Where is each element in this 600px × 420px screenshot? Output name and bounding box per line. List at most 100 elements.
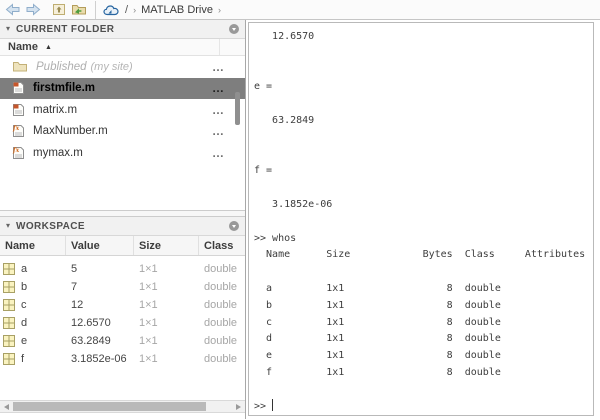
file-menu-dots-icon[interactable]: … [212,82,225,94]
panel-minimize-button[interactable] [229,221,239,231]
file-menu-dots-icon[interactable]: … [212,61,225,73]
variable-class: double [204,353,238,365]
file-row-matrix[interactable]: matrix.m … [0,99,245,121]
variable-row-e[interactable]: e 63.2849 1×1 double [0,332,245,350]
variable-value: 5 [71,263,78,275]
variable-value: 12.6570 [71,317,111,329]
file-menu-dots-icon[interactable]: … [212,104,225,116]
scroll-right-button[interactable] [232,401,245,412]
workspace-bottom-margin [0,413,245,419]
script-file-icon [13,103,24,116]
file-name: firstmfile.m [33,82,95,95]
variable-class: double [204,335,238,347]
current-folder-title: CURRENT FOLDER [16,23,115,35]
column-spacer [219,39,245,55]
variable-name: c [21,299,27,311]
back-arrow-icon[interactable] [4,2,21,17]
up-one-level-icon[interactable] [50,2,67,17]
command-window-area: 12.6570 e = 63.2849 f = 3.1852e-06 >> wh… [246,20,600,419]
file-name: Published [36,60,87,73]
col-header-size[interactable]: Size [134,236,199,255]
file-menu-dots-icon[interactable]: … [212,147,225,159]
breadcrumb-matlab-drive[interactable]: MATLAB Drive [141,4,213,16]
variable-class: double [204,317,238,329]
matrix-variable-icon [3,281,15,293]
variable-size: 1×1 [139,353,158,365]
matrix-variable-icon [3,299,15,311]
variable-size: 1×1 [139,317,158,329]
file-name: MaxNumber.m [33,125,108,138]
variable-size: 1×1 [139,281,158,293]
horizontal-scrollbar[interactable] [0,400,245,413]
svg-text:fx: fx [12,147,20,154]
variable-row-b[interactable]: b 7 1×1 double [0,278,245,296]
forward-arrow-icon[interactable] [24,2,41,17]
variable-value: 7 [71,281,78,293]
variable-name: f [21,353,25,365]
file-menu-dots-icon[interactable]: … [212,125,225,137]
variable-value: 3.1852e-06 [71,353,127,365]
variable-row-d[interactable]: d 12.6570 1×1 double [0,314,245,332]
scroll-left-button[interactable] [0,401,13,412]
file-suffix: (my site) [90,60,133,73]
sort-ascending-icon: ▲ [44,43,52,51]
folder-icon [13,62,27,72]
panel-divider[interactable] [0,210,245,217]
current-folder-header: ▾ CURRENT FOLDER [0,20,245,39]
col-header-value[interactable]: Value [66,236,134,255]
breadcrumb: / › MATLAB Drive › [95,0,221,19]
variable-row-f[interactable]: f 3.1852e-06 1×1 double [0,350,245,368]
variable-row-c[interactable]: c 12 1×1 double [0,296,245,314]
scroll-left-icon [4,403,9,410]
variable-name: d [21,317,28,329]
cloud-drive-icon[interactable] [103,2,120,17]
file-row-maxnumber[interactable]: fx MaxNumber.m … [0,121,245,143]
name-column-header[interactable]: Name ▲ [0,39,245,56]
variable-value: 63.2849 [71,335,111,347]
variable-row-a[interactable]: a 5 1×1 double [0,260,245,278]
variable-name: a [21,263,28,275]
variable-size: 1×1 [139,299,158,311]
function-file-icon: fx [12,146,24,159]
variable-class: double [204,281,238,293]
file-row-published[interactable]: Published (my site) … [0,56,245,78]
chevron-right-icon: › [217,4,221,15]
file-name: matrix.m [33,103,78,116]
top-toolbar: / › MATLAB Drive › [0,0,600,20]
matrix-variable-icon [3,263,15,275]
matrix-variable-icon [3,335,15,347]
command-window[interactable]: 12.6570 e = 63.2849 f = 3.1852e-06 >> wh… [248,22,594,416]
matrix-variable-icon [3,317,15,329]
col-header-name[interactable]: Name [0,236,66,255]
function-file-icon: fx [12,125,24,138]
panel-minimize-button[interactable] [229,24,239,34]
left-sidebar: ▾ CURRENT FOLDER Name ▲ Published (my si… [0,20,246,419]
file-row-firstmfile[interactable]: firstmfile.m … [0,77,245,99]
col-header-class[interactable]: Class [199,236,245,255]
main-area: ▾ CURRENT FOLDER Name ▲ Published (my si… [0,20,600,419]
variable-size: 1×1 [139,335,158,347]
svg-text:fx: fx [12,125,20,132]
workspace-panel: ▾ WORKSPACE Name Value Size Class a 5 1×… [0,217,245,419]
collapse-triangle-icon[interactable]: ▾ [6,25,10,33]
scroll-right-icon [236,403,241,410]
horizontal-scrollbar-thumb[interactable] [13,402,206,411]
variable-value: 12 [71,299,84,311]
scrollbar-track[interactable] [13,401,232,412]
variable-name: e [21,335,28,347]
file-row-mymax[interactable]: fx mymax.m … [0,142,245,164]
script-file-icon [13,82,24,95]
workspace-rows: a 5 1×1 double b 7 1×1 double c 12 1×1 d… [0,256,245,368]
variable-class: double [204,299,238,311]
variable-class: double [204,263,238,275]
workspace-empty-area [0,368,245,400]
variable-name: b [21,281,28,293]
vertical-scrollbar-thumb[interactable] [235,92,240,125]
breadcrumb-root[interactable]: / [125,4,128,16]
variable-size: 1×1 [139,263,158,275]
current-folder-panel: ▾ CURRENT FOLDER Name ▲ Published (my si… [0,20,245,210]
text-cursor [272,398,274,411]
new-folder-icon[interactable] [70,2,87,17]
collapse-triangle-icon[interactable]: ▾ [6,222,10,230]
file-name: mymax.m [33,146,83,159]
